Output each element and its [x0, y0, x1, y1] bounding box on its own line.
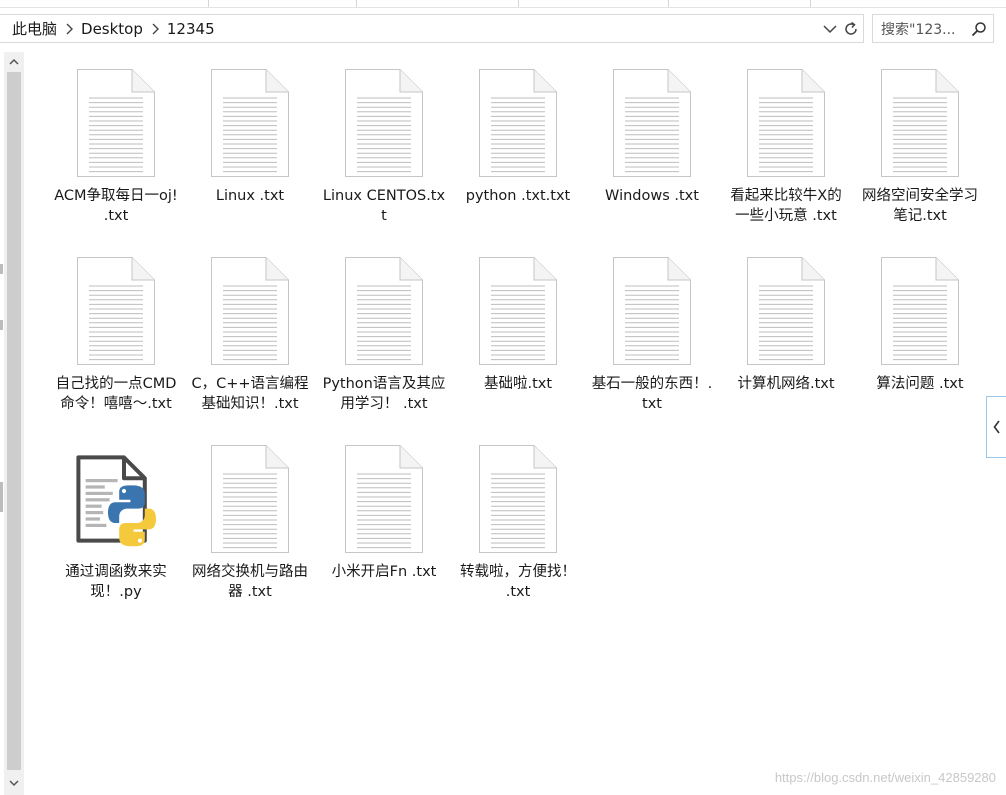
file-item[interactable]: 基石一般的东西！.txt	[586, 248, 718, 414]
file-name: 通过调函数来实现！.py	[65, 564, 167, 600]
watermark: https://blog.csdn.net/weixin_42859280	[774, 770, 996, 785]
text-file-icon	[478, 248, 558, 366]
file-name: 网络空间安全学习笔记.txt	[862, 188, 978, 224]
text-file-icon	[612, 248, 692, 366]
file-name: 自己找的一点CMD命令！嘻嘻～.txt	[55, 376, 177, 412]
file-item[interactable]: 通过调函数来实现！.py	[50, 436, 182, 602]
text-file-icon	[880, 60, 960, 178]
file-item[interactable]: ACM争取每日一oj! .txt	[50, 60, 182, 226]
file-item[interactable]: Windows .txt	[586, 60, 718, 206]
text-file-icon	[210, 436, 290, 554]
file-item[interactable]: Linux .txt	[184, 60, 316, 206]
address-bar[interactable]: 此电脑 Desktop 12345	[0, 14, 864, 43]
ribbon-divider	[668, 0, 669, 7]
file-name: 基石一般的东西！.txt	[591, 376, 713, 412]
file-item[interactable]: 网络交换机与路由器 .txt	[184, 436, 316, 602]
file-item[interactable]: Linux CENTOS.txt	[318, 60, 450, 226]
file-name: C，C++语言编程基础知识！.txt	[191, 376, 309, 412]
file-name: 网络交换机与路由器 .txt	[192, 564, 308, 600]
file-item[interactable]: 网络空间安全学习笔记.txt	[854, 60, 986, 226]
file-item[interactable]: 转载啦，方便找！ .txt	[452, 436, 584, 602]
text-file-icon	[76, 60, 156, 178]
text-file-icon	[210, 248, 290, 366]
file-name: Linux .txt	[215, 188, 285, 204]
chevron-up-icon	[9, 58, 19, 65]
file-name: ACM争取每日一oj! .txt	[54, 188, 178, 224]
file-item[interactable]: 计算机网络.txt	[720, 248, 852, 394]
navigation-bar: 此电脑 Desktop 12345 搜索"123...	[0, 14, 1006, 44]
history-dropdown-button[interactable]	[821, 20, 839, 38]
ribbon-divider	[208, 0, 209, 7]
refresh-icon	[845, 21, 857, 35]
file-item[interactable]: C，C++语言编程基础知识！.txt	[184, 248, 316, 414]
chevron-right-icon[interactable]	[147, 23, 163, 35]
text-file-icon	[344, 436, 424, 554]
breadcrumb-this-pc[interactable]: 此电脑	[0, 18, 61, 39]
ribbon-remnant	[0, 0, 1006, 8]
text-file-icon	[76, 248, 156, 366]
file-name: Windows .txt	[605, 188, 699, 204]
file-name: Python语言及其应用学习！ .txt	[322, 376, 446, 412]
vertical-scrollbar[interactable]	[4, 52, 24, 795]
text-file-icon	[478, 60, 558, 178]
file-name: 算法问题 .txt	[876, 376, 964, 392]
file-item[interactable]: Python语言及其应用学习！ .txt	[318, 248, 450, 414]
text-file-icon	[478, 436, 558, 554]
ribbon-divider	[810, 0, 811, 7]
python-file-icon	[76, 436, 156, 554]
text-file-icon	[344, 60, 424, 178]
chevron-right-icon[interactable]	[61, 23, 77, 35]
search-icon[interactable]	[971, 21, 987, 37]
file-item[interactable]: 看起来比较牛X的一些小玩意 .txt	[720, 60, 852, 226]
chevron-left-icon	[993, 420, 1000, 434]
breadcrumb-desktop[interactable]: Desktop	[77, 20, 147, 38]
preview-pane-toggle[interactable]	[986, 396, 1006, 458]
ribbon-divider	[518, 0, 519, 7]
breadcrumb-current-folder[interactable]: 12345	[163, 20, 219, 38]
file-name: Linux CENTOS.txt	[322, 188, 446, 224]
pane-edge-mark	[0, 482, 3, 512]
chevron-down-icon	[9, 780, 19, 787]
file-item[interactable]: 小米开启Fn .txt	[318, 436, 450, 582]
file-item[interactable]: 算法问题 .txt	[854, 248, 986, 394]
file-name: 基础啦.txt	[483, 376, 553, 392]
scroll-down-button[interactable]	[4, 773, 24, 793]
scroll-up-button[interactable]	[4, 52, 24, 72]
pane-edge-mark	[0, 264, 3, 274]
scroll-thumb[interactable]	[7, 72, 21, 770]
refresh-button[interactable]	[841, 19, 861, 39]
text-file-icon	[344, 248, 424, 366]
text-file-icon	[612, 60, 692, 178]
text-file-icon	[880, 248, 960, 366]
pane-edge-mark	[0, 320, 3, 330]
file-item[interactable]: 基础啦.txt	[452, 248, 584, 394]
file-name: python .txt.txt	[465, 188, 571, 204]
text-file-icon	[210, 60, 290, 178]
chevron-down-icon	[823, 25, 837, 34]
text-file-icon	[746, 60, 826, 178]
ribbon-divider	[356, 0, 357, 7]
file-name: 转载啦，方便找！ .txt	[460, 564, 576, 600]
search-input[interactable]: 搜索"123...	[872, 14, 994, 43]
file-item[interactable]: python .txt.txt	[452, 60, 584, 206]
text-file-icon	[746, 248, 826, 366]
search-placeholder: 搜索"123...	[881, 21, 956, 38]
file-name: 计算机网络.txt	[737, 376, 835, 392]
file-item[interactable]: 自己找的一点CMD命令！嘻嘻～.txt	[50, 248, 182, 414]
file-name: 小米开启Fn .txt	[331, 564, 437, 580]
file-name: 看起来比较牛X的一些小玩意 .txt	[730, 188, 842, 224]
